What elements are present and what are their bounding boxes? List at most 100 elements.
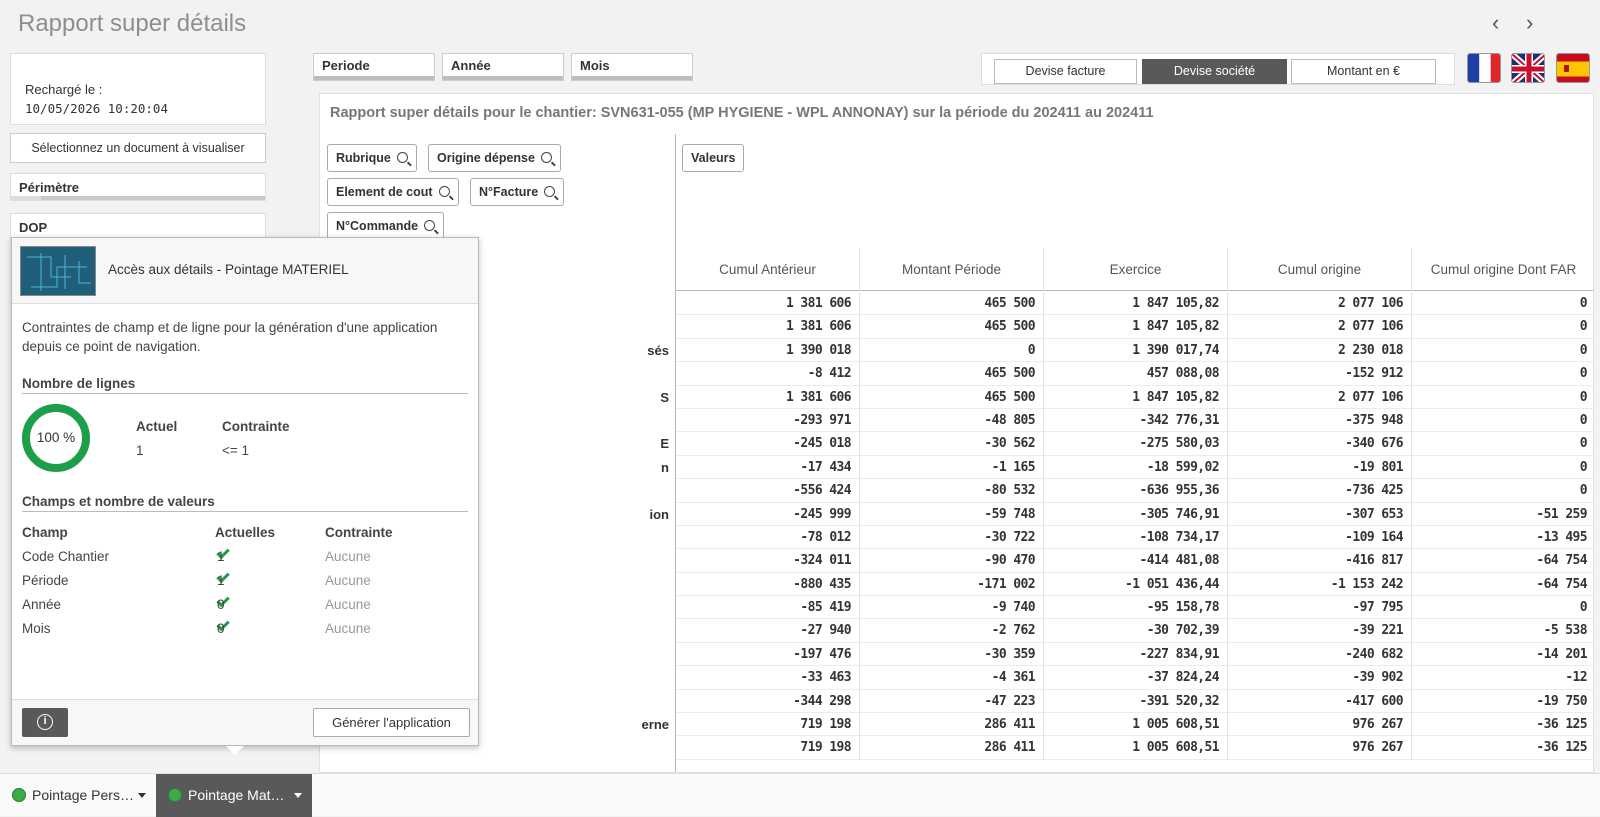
table-cell: -14 201 xyxy=(1412,643,1593,666)
filter-periode[interactable]: Periode xyxy=(313,53,435,81)
row-label xyxy=(480,479,675,502)
table-cell: -30 562 xyxy=(860,432,1044,456)
table-row[interactable]: 1 390 018 0 1 390 017,74 2 230 018 0 xyxy=(676,338,1593,363)
search-icon xyxy=(540,152,552,163)
contrainte-header: Contrainte xyxy=(222,419,290,434)
column-header[interactable]: Cumul Antérieur xyxy=(676,248,860,291)
table-cell: -391 520,32 xyxy=(1044,689,1228,714)
top-bar: Rapport super détails ‹ › xyxy=(0,0,1600,46)
devise-societe-button[interactable]: Devise société xyxy=(1142,59,1287,84)
row-label: ion xyxy=(649,506,670,522)
reload-date: 10/05/2026 10:20:04 xyxy=(25,101,168,116)
table-cell: -417 600 xyxy=(1228,689,1412,714)
table-row[interactable]: -245 018 -30 562 -275 580,03 -340 676 0 xyxy=(676,432,1593,456)
table-cell: -33 463 xyxy=(676,666,860,690)
table-cell: 0 xyxy=(1412,339,1593,362)
tab-pointage-materiel[interactable]: Pointage Mat… xyxy=(156,774,312,817)
column-header[interactable]: Montant Période xyxy=(860,248,1044,291)
table-cell: -152 912 xyxy=(1228,362,1412,386)
table-row[interactable]: -197 476 -30 359 -227 834,91 -240 682 -14 20… xyxy=(676,642,1593,667)
table-row[interactable]: -78 012 -30 722 -108 734,17 -109 164 -13 495 xyxy=(676,525,1593,550)
uk-flag-icon[interactable] xyxy=(1511,53,1545,83)
montant-euro-button[interactable]: Montant en € xyxy=(1291,59,1436,84)
table-cell: 719 198 xyxy=(676,713,860,737)
table-row[interactable]: -8 412 465 500 457 088,08 -152 912 0 xyxy=(676,362,1593,386)
table-cell: 0 xyxy=(860,338,1044,363)
chevron-down-icon[interactable] xyxy=(294,793,302,798)
table-cell: 0 xyxy=(1412,432,1593,455)
dim-element-cout-button[interactable]: Element de cout xyxy=(327,178,459,206)
column-header[interactable]: Cumul origine Dont FAR xyxy=(1412,248,1593,291)
chevron-right-icon[interactable]: › xyxy=(1526,10,1533,36)
table-row[interactable]: -324 011 -90 470 -414 481,08 -416 817 -64 75… xyxy=(676,549,1593,573)
devise-facture-button[interactable]: Devise facture xyxy=(994,59,1137,84)
row-label xyxy=(480,619,675,642)
filter-perimetre[interactable]: Périmètre xyxy=(10,173,266,201)
valeurs-button[interactable]: Valeurs xyxy=(682,144,745,172)
column-header[interactable]: Cumul origine xyxy=(1228,248,1412,291)
actuel-header: Actuel xyxy=(136,419,178,434)
info-button[interactable]: i xyxy=(22,708,68,737)
dim-n-facture-button[interactable]: N°Facture xyxy=(470,178,565,206)
table-row[interactable]: -880 435 -171 002 -1 051 436,44 -1 153 242-… xyxy=(676,572,1593,597)
table-row[interactable]: -27 940 -2 762 -30 702,39 -39 221 -5 538 xyxy=(676,619,1593,643)
filter-label: DOP xyxy=(19,220,48,235)
search-icon xyxy=(544,186,556,197)
table-row[interactable]: -245 999 -59 748 -305 746,91 -307 653 -51 25… xyxy=(676,502,1593,526)
generate-app-button[interactable]: Générer l'application xyxy=(313,708,470,737)
select-document-button[interactable]: Sélectionnez un document à visualiser xyxy=(10,133,266,163)
table-row[interactable]: 719 198 286 411 1 005 608,51 976 267 -36 125 xyxy=(676,713,1593,737)
table-cell: -36 125 xyxy=(1412,736,1593,759)
table-cell: 465 500 xyxy=(860,362,1044,386)
reload-label: Rechargé le : xyxy=(25,82,103,97)
reload-info: Rechargé le : 10/05/2026 10:20:04 xyxy=(10,53,266,125)
dim-rubrique-button[interactable]: Rubrique xyxy=(327,144,417,172)
table-cell: 286 411 xyxy=(860,736,1044,760)
table-cell: -324 011 xyxy=(676,549,860,573)
table-cell: -13 495 xyxy=(1412,526,1593,549)
filter-mois[interactable]: Mois xyxy=(571,53,693,81)
table-row[interactable]: 719 198 286 411 1 005 608,51 976 267 -36 125 xyxy=(676,736,1593,760)
actuel-value: 1 xyxy=(136,443,144,458)
table-cell: -2 762 xyxy=(860,619,1044,643)
table-cell: -37 824,24 xyxy=(1044,666,1228,690)
table-row[interactable]: -344 298 -47 223 -391 520,32 -417 600 -19 75… xyxy=(676,689,1593,714)
column-header[interactable]: Exercice xyxy=(1044,248,1228,291)
table-row[interactable]: 1 381 606 465 500 1 847 105,82 2 077 106 0 xyxy=(676,315,1593,339)
table-cell: 976 267 xyxy=(1228,736,1412,760)
table-cell: -240 682 xyxy=(1228,642,1412,667)
table-cell: 465 500 xyxy=(860,292,1044,316)
table-row[interactable]: -33 463 -4 361 -37 824,24 -39 902 -12 xyxy=(676,666,1593,690)
chevron-down-icon[interactable] xyxy=(138,793,146,798)
field-constraint: Aucune xyxy=(325,549,371,564)
table-cell: 0 xyxy=(1412,456,1593,479)
filter-annee[interactable]: Année xyxy=(442,53,564,81)
table-cell: 1 847 105,82 xyxy=(1044,315,1228,339)
spanish-flag-icon[interactable] xyxy=(1556,53,1590,83)
table-row[interactable]: -293 971 -48 805 -342 776,31 -375 948 0 xyxy=(676,408,1593,433)
table-cell: -17 434 xyxy=(676,455,860,480)
search-icon xyxy=(396,152,408,163)
row-label: n xyxy=(661,459,669,475)
dim-n-commande-button[interactable]: N°Commande xyxy=(327,212,445,240)
table-cell: -636 955,36 xyxy=(1044,479,1228,503)
table-row[interactable]: -556 424 -80 532 -636 955,36 -736 425 0 xyxy=(676,479,1593,503)
app-thumbnail xyxy=(20,246,96,296)
table-row[interactable]: 1 381 606 465 500 1 847 105,82 2 077 106 0 xyxy=(676,292,1593,316)
currency-selector: Devise facture Devise société Montant en… xyxy=(981,53,1455,85)
table-cell: -227 834,91 xyxy=(1044,642,1228,667)
table-row[interactable]: 1 381 606 465 500 1 847 105,82 2 077 106 0 xyxy=(676,385,1593,409)
status-dot-icon xyxy=(12,788,26,802)
chevron-left-icon[interactable]: ‹ xyxy=(1492,10,1499,36)
table-row[interactable]: -85 419 -9 740 -95 158,78 -97 795 0 xyxy=(676,596,1593,620)
dim-origine-depense-button[interactable]: Origine dépense xyxy=(428,144,561,172)
french-flag-icon[interactable] xyxy=(1467,53,1501,83)
table-cell: -556 424 xyxy=(676,479,860,503)
popup-header: Accès aux détails - Pointage MATERIEL xyxy=(12,238,478,304)
table-cell: 1 381 606 xyxy=(676,385,860,409)
table-cell: -9 740 xyxy=(860,596,1044,620)
search-icon xyxy=(438,186,450,197)
table-row[interactable]: -17 434 -1 165 -18 599,02 -19 801 0 xyxy=(676,455,1593,480)
tab-pointage-personnel[interactable]: Pointage Pers… xyxy=(0,774,156,817)
table-cell: -48 805 xyxy=(860,408,1044,433)
